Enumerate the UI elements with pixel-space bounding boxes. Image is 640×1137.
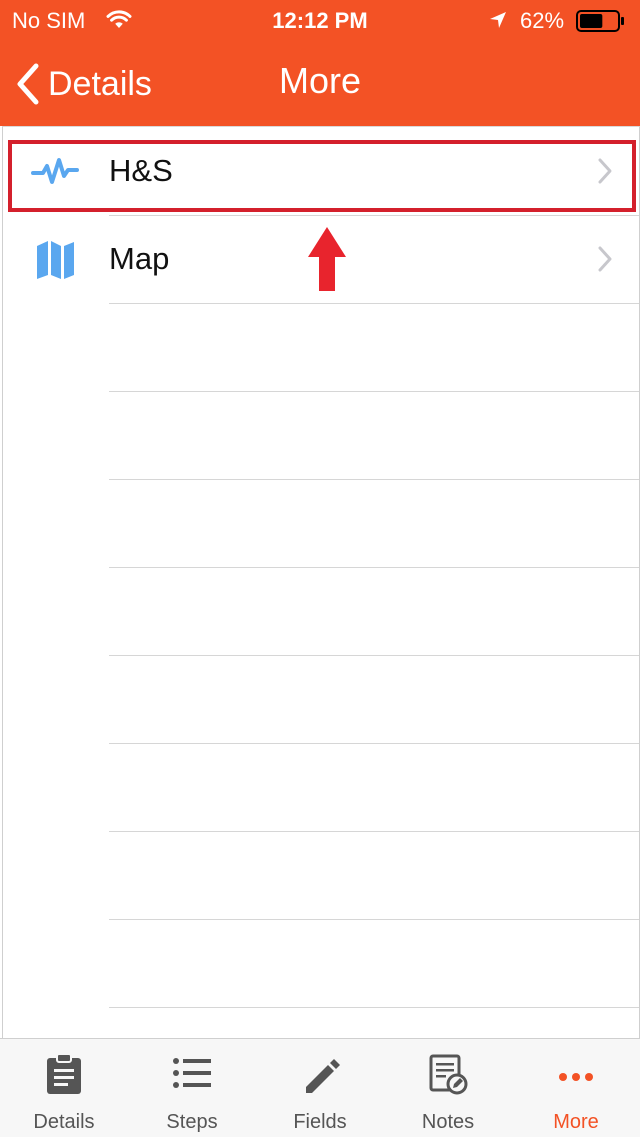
clipboard-icon [44,1053,84,1100]
row-divider [109,391,639,392]
row-divider [109,743,639,744]
tab-label: Details [33,1111,95,1133]
page-title: More [278,60,362,101]
row-divider [109,1007,639,1008]
map-icon [31,237,79,286]
more-dots-icon [556,1053,596,1100]
activity-icon [31,149,79,198]
tab-steps[interactable]: Steps [128,1039,256,1137]
arrow-up-icon [306,225,348,298]
tab-label: More [553,1111,599,1133]
tab-details[interactable]: Details [0,1039,128,1137]
row-divider [109,567,639,568]
app-header: No SIM 12:12 PM 62% Details More [0,0,640,126]
row-divider [109,479,639,480]
row-divider [109,831,639,832]
tab-more[interactable]: More [512,1039,640,1137]
notes-icon [428,1053,468,1100]
tab-label: Fields [293,1111,347,1133]
list-item-label: Map [109,241,170,276]
nav-bar: Details More [0,40,640,126]
battery-percent: 62% [520,8,565,33]
list-item-hs[interactable]: H&S [3,127,639,215]
tab-bar: Details Steps Fields Notes More [0,1038,640,1137]
list-icon [172,1053,212,1100]
tab-label: Notes [421,1111,475,1133]
tab-fields[interactable]: Fields [256,1039,384,1137]
location-arrow-icon [488,10,508,35]
list-item-label: H&S [109,153,173,188]
row-divider [109,655,639,656]
chevron-right-icon [597,245,613,278]
battery-icon [576,10,626,37]
tab-notes[interactable]: Notes [384,1039,512,1137]
chevron-right-icon [597,157,613,190]
status-bar: No SIM 12:12 PM 62% [0,0,640,40]
tab-label: Steps [166,1111,218,1133]
pencil-icon [300,1053,340,1100]
row-divider [109,303,639,304]
row-divider [109,919,639,920]
